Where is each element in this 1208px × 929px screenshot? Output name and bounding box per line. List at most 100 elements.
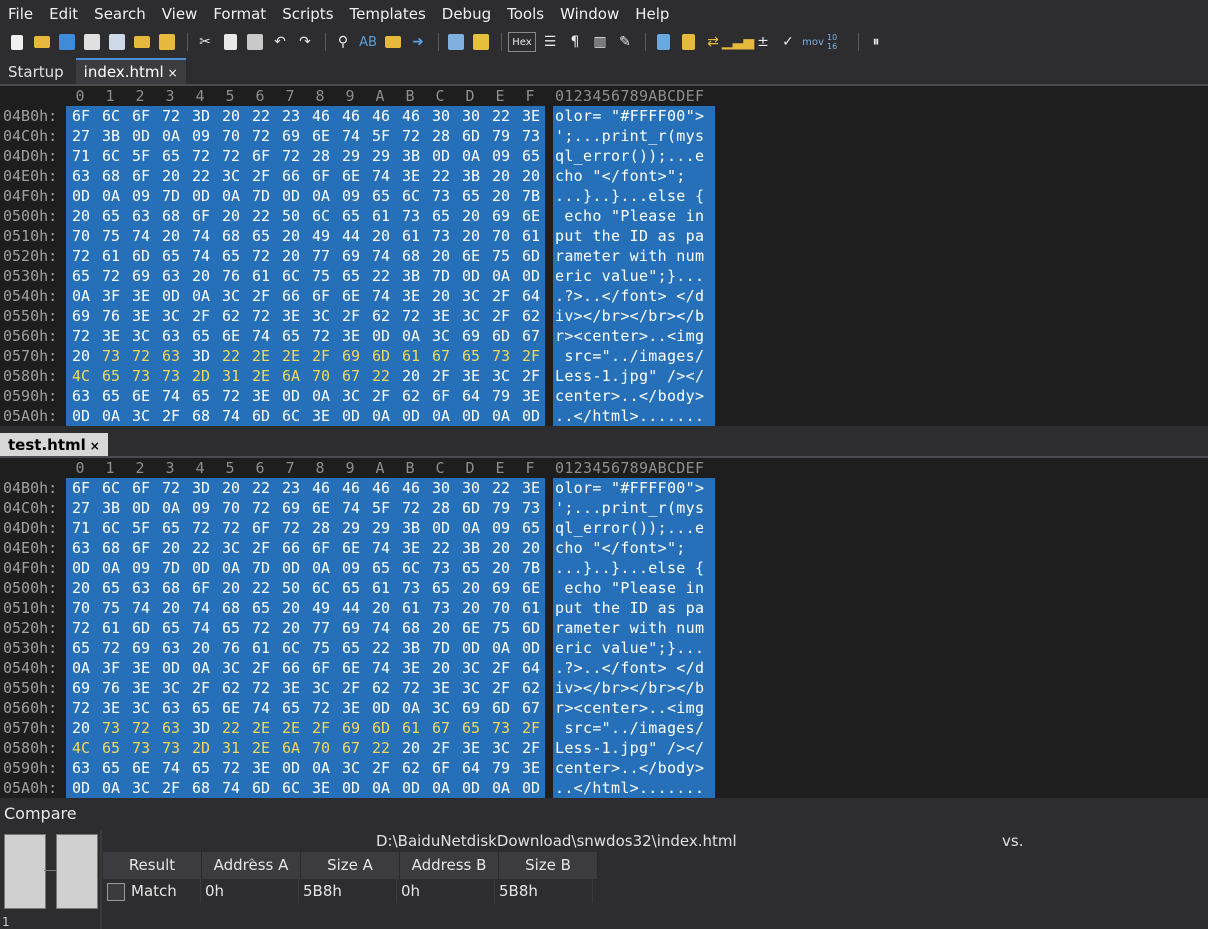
ascii-text[interactable]: ..</html>....... xyxy=(555,778,704,798)
ascii-text[interactable]: .?>..</font> </d xyxy=(555,658,704,678)
hex-byte[interactable]: 20 xyxy=(216,206,246,226)
ascii-text[interactable]: olor= "#FFFF00"> xyxy=(555,478,704,498)
ascii-text[interactable]: ';...print_r(mys xyxy=(555,498,704,518)
hex-byte[interactable]: 0D xyxy=(336,778,366,798)
hex-byte[interactable]: 61 xyxy=(396,226,426,246)
hex-byte[interactable]: 63 xyxy=(66,386,96,406)
hex-byte[interactable]: 5F xyxy=(366,126,396,146)
hex-byte[interactable]: 69 xyxy=(66,306,96,326)
hex-row[interactable]: 04F0h: 0D 0A 09 7D 0D 0A 7D 0D 0A 09 65 6C 73 65 20 7B..… xyxy=(0,558,1208,578)
hex-row[interactable]: 04C0h: 27 3B 0D 0A 09 70 72 69 6E 74 5F 72 28 6D 79 73 ';… xyxy=(0,126,1208,146)
copy-icon[interactable] xyxy=(219,31,241,53)
ascii-text[interactable]: eric value";}... xyxy=(555,638,704,658)
hex-byte[interactable]: 74 xyxy=(336,126,366,146)
hex-byte[interactable]: 72 xyxy=(246,618,276,638)
hex-byte[interactable]: 44 xyxy=(336,226,366,246)
hex-byte[interactable]: 0A xyxy=(366,406,396,426)
hex-byte[interactable]: 65 xyxy=(66,638,96,658)
hex-byte[interactable]: 20 xyxy=(426,658,456,678)
hex-byte[interactable]: 0D xyxy=(156,286,186,306)
hex-byte[interactable]: 46 xyxy=(336,478,366,498)
hex-byte[interactable]: 0D xyxy=(456,266,486,286)
histogram-icon[interactable]: ▁▃▅ xyxy=(722,31,754,53)
ascii-text[interactable]: put the ID as pa xyxy=(555,226,704,246)
hex-byte[interactable]: 5F xyxy=(366,498,396,518)
pause-icon[interactable]: ⏸ xyxy=(865,31,887,53)
hex-byte[interactable]: 46 xyxy=(396,106,426,126)
hex-byte[interactable]: 3B xyxy=(396,638,426,658)
hex-byte[interactable]: 67 xyxy=(426,718,456,738)
hex-byte[interactable]: 73 xyxy=(486,718,516,738)
hex-byte[interactable]: 22 xyxy=(426,538,456,558)
hex-byte[interactable]: 70 xyxy=(306,738,336,758)
hex-byte[interactable]: 2F xyxy=(426,366,456,386)
hex-byte[interactable]: 74 xyxy=(186,598,216,618)
undo-icon[interactable]: ↶ xyxy=(269,31,291,53)
hex-byte[interactable]: 73 xyxy=(426,226,456,246)
menu-window[interactable]: Window xyxy=(552,0,627,28)
hex-byte[interactable]: 3E xyxy=(336,326,366,346)
hex-byte[interactable]: 6E xyxy=(336,538,366,558)
hex-byte[interactable]: 65 xyxy=(456,558,486,578)
hex-byte[interactable]: 2E xyxy=(276,346,306,366)
hex-byte[interactable]: 65 xyxy=(186,758,216,778)
hex-byte[interactable]: 69 xyxy=(66,678,96,698)
hex-byte[interactable]: 3C xyxy=(216,658,246,678)
hex-byte[interactable]: 46 xyxy=(366,106,396,126)
ascii-text[interactable]: ql_error());...e xyxy=(555,146,704,166)
close-icon[interactable]: × xyxy=(168,66,178,80)
hex-byte[interactable]: 0A xyxy=(456,518,486,538)
hex-byte[interactable]: 6C xyxy=(306,578,336,598)
hex-byte[interactable]: 65 xyxy=(96,206,126,226)
hex-byte[interactable]: 3B xyxy=(456,538,486,558)
hex-byte[interactable]: 65 xyxy=(456,718,486,738)
ascii-text[interactable]: r><center>..<img xyxy=(555,326,704,346)
hex-byte[interactable]: 20 xyxy=(156,166,186,186)
hex-byte[interactable]: 0A xyxy=(396,326,426,346)
hex-byte[interactable]: 0A xyxy=(216,558,246,578)
hex-byte[interactable]: 74 xyxy=(366,618,396,638)
hex-byte[interactable]: 77 xyxy=(306,618,336,638)
hex-byte[interactable]: 75 xyxy=(486,246,516,266)
hex-byte[interactable]: 2F xyxy=(156,778,186,798)
hex-byte[interactable]: 71 xyxy=(66,518,96,538)
format-icon[interactable]: ☰ xyxy=(539,31,561,53)
hex-byte[interactable]: 68 xyxy=(186,778,216,798)
hex-byte[interactable]: 71 xyxy=(66,146,96,166)
cut-icon[interactable]: ✂ xyxy=(194,31,216,53)
hex-byte[interactable]: 22 xyxy=(486,106,516,126)
hex-row[interactable]: 0580h: 4C 65 73 73 2D 31 2E 6A 70 67 22 20 2F 3E 3C 2F Le… xyxy=(0,366,1208,386)
hex-byte[interactable]: 3E xyxy=(456,366,486,386)
hex-byte[interactable]: 68 xyxy=(216,598,246,618)
hex-row[interactable]: 0510h: 70 75 74 20 74 68 65 20 49 44 20 61 73 20 70 61 pu… xyxy=(0,598,1208,618)
hex-byte[interactable]: 22 xyxy=(216,718,246,738)
hex-byte[interactable]: 29 xyxy=(336,518,366,538)
hex-byte[interactable]: 3C xyxy=(156,306,186,326)
ascii-text[interactable]: olor= "#FFFF00"> xyxy=(555,106,704,126)
hex-byte[interactable]: 7D xyxy=(426,638,456,658)
ascii-text[interactable]: ..</html>....... xyxy=(555,406,704,426)
hex-byte[interactable]: 74 xyxy=(156,386,186,406)
hex-byte[interactable]: 67 xyxy=(516,698,546,718)
hex-byte[interactable]: 0D xyxy=(156,658,186,678)
hex-row[interactable]: 0520h: 72 61 6D 65 74 65 72 20 77 69 74 68 20 6E 75 6D ra… xyxy=(0,618,1208,638)
hex-byte[interactable]: 2D xyxy=(186,366,216,386)
hex-byte[interactable]: 28 xyxy=(306,146,336,166)
hex-row[interactable]: 0530h: 65 72 69 63 20 76 61 6C 75 65 22 3B 7D 0D 0A 0D er… xyxy=(0,266,1208,286)
hex-byte[interactable]: 72 xyxy=(96,266,126,286)
hex-byte[interactable]: 22 xyxy=(216,346,246,366)
highlight-icon[interactable]: ✎ xyxy=(614,31,636,53)
hex-byte[interactable]: 6C xyxy=(96,478,126,498)
hex-byte[interactable]: 72 xyxy=(216,386,246,406)
hex-byte[interactable]: 44 xyxy=(336,598,366,618)
hex-byte[interactable]: 72 xyxy=(66,246,96,266)
hex-byte[interactable]: 61 xyxy=(366,206,396,226)
hex-row[interactable]: 0510h: 70 75 74 20 74 68 65 20 49 44 20 61 73 20 70 61 pu… xyxy=(0,226,1208,246)
hex-byte[interactable]: 72 xyxy=(396,678,426,698)
hex-byte[interactable]: 0A xyxy=(306,186,336,206)
hex-byte[interactable]: 65 xyxy=(96,366,126,386)
hex-byte[interactable]: 63 xyxy=(156,266,186,286)
hex-byte[interactable]: 72 xyxy=(156,478,186,498)
hex-byte[interactable]: 72 xyxy=(246,246,276,266)
hex-byte[interactable]: 09 xyxy=(336,558,366,578)
